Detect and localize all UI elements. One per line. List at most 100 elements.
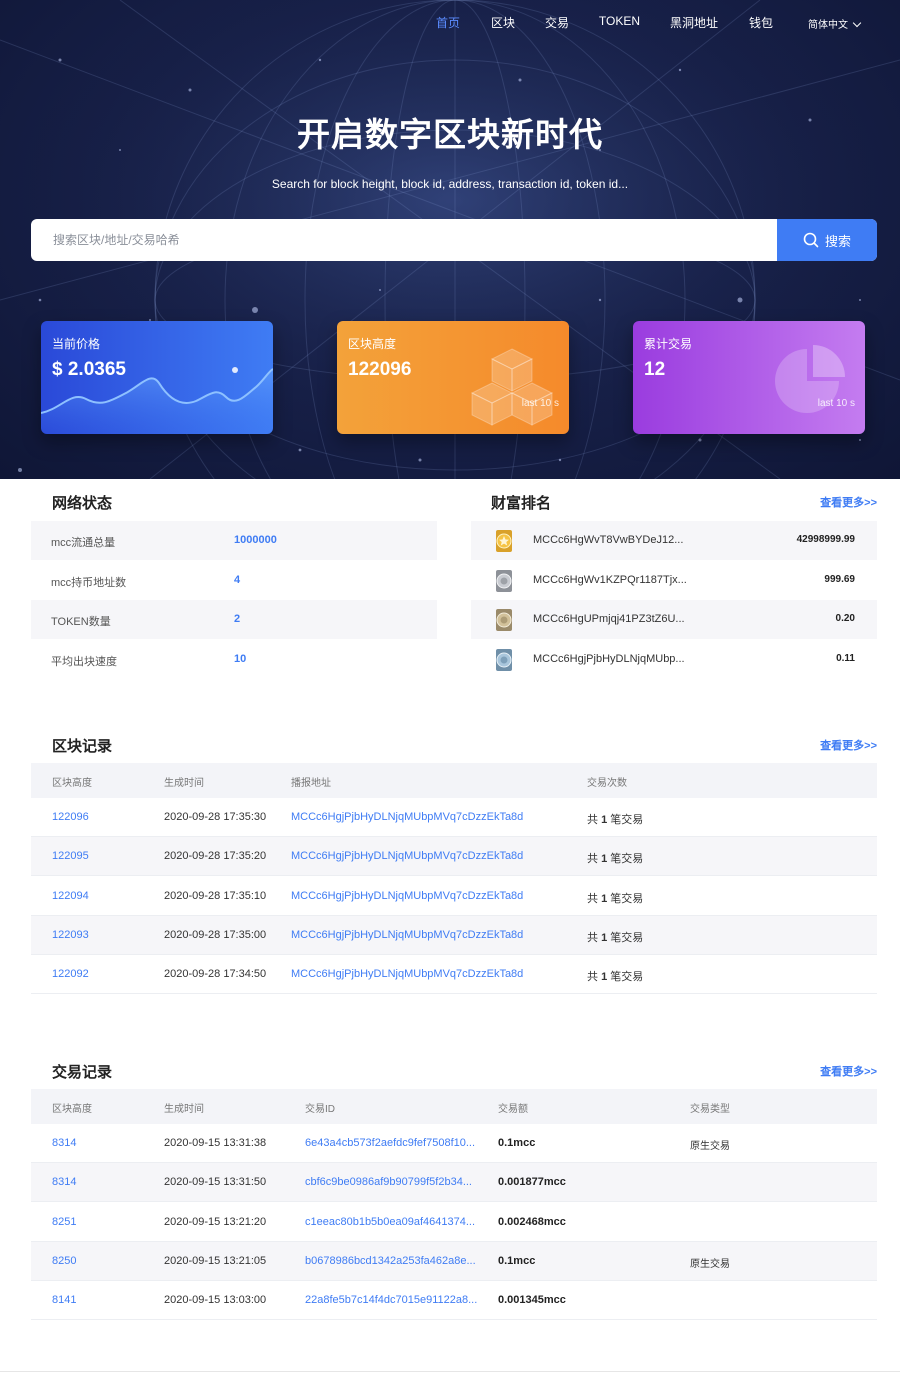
price-trend-wave bbox=[41, 367, 273, 434]
total-transactions-note: last 10 s bbox=[817, 398, 855, 409]
search-button[interactable]: 搜索 bbox=[777, 219, 877, 261]
table-row: 8314 2020-09-15 13:31:38 6e43a4cb573f2ae… bbox=[31, 1124, 877, 1163]
tx-id-link[interactable]: c1eeac80b1b5b0ea09af4641374... bbox=[305, 1216, 475, 1228]
network-row: mcc持币地址数 4 bbox=[31, 561, 437, 600]
tx-type: 原生交易 bbox=[690, 1141, 730, 1152]
wealth-row[interactable]: MCCc6HgjPjbHyDLNjqMUbp... 0.11 bbox=[471, 640, 877, 679]
wealth-row[interactable]: MCCc6HgWv1KZPQr1187Tjx... 999.69 bbox=[471, 561, 877, 600]
tx-id-link[interactable]: cbf6c9be0986af9b90799f5f2b34... bbox=[305, 1176, 472, 1188]
table-row: 8250 2020-09-15 13:21:05 b0678986bcd1342… bbox=[31, 1242, 877, 1281]
tx-count-suffix: 笔交易 bbox=[610, 893, 644, 905]
tx-time: 2020-09-15 13:03:00 bbox=[164, 1294, 267, 1306]
tx-time: 2020-09-15 13:21:20 bbox=[164, 1216, 267, 1228]
network-row-label: mcc持币地址数 bbox=[51, 577, 127, 589]
tx-time: 2020-09-15 13:31:50 bbox=[164, 1176, 267, 1188]
nav-wallet[interactable]: 钱包 bbox=[749, 14, 773, 31]
wealth-more-link[interactable]: 查看更多>> bbox=[820, 494, 877, 510]
nav-blocks[interactable]: 区块 bbox=[491, 14, 515, 31]
broadcast-address-link[interactable]: MCCc6HgjPjbHyDLNjqMUbpMVq7cDzzEkTa8d bbox=[291, 929, 523, 941]
block-height-label: 区块高度 bbox=[348, 337, 397, 351]
tx-block-height-link[interactable]: 8141 bbox=[52, 1294, 76, 1306]
wealth-address: MCCc6HgjPjbHyDLNjqMUbp... bbox=[533, 653, 685, 665]
nav-blackhole-address[interactable]: 黑洞地址 bbox=[670, 14, 718, 31]
table-header: 区块高度 生成时间 交易ID 交易额 交易类型 bbox=[31, 1089, 877, 1124]
block-time: 2020-09-28 17:35:10 bbox=[164, 890, 267, 902]
wealth-row[interactable]: MCCc6HgUPmjqj41PZ3tZ6U... 0.20 bbox=[471, 600, 877, 639]
transactions-more-link[interactable]: 查看更多>> bbox=[820, 1063, 877, 1079]
network-row-label: TOKEN数量 bbox=[51, 616, 111, 628]
block-time: 2020-09-28 17:35:00 bbox=[164, 929, 267, 941]
table-row: 122095 2020-09-28 17:35:20 MCCc6HgjPjbHy… bbox=[31, 837, 877, 876]
block-height-note: last 10 s bbox=[521, 398, 559, 409]
broadcast-address-link[interactable]: MCCc6HgjPjbHyDLNjqMUbpMVq7cDzzEkTa8d bbox=[291, 850, 523, 862]
price-card: 当前价格 $ 2.0365 bbox=[41, 321, 273, 434]
block-time: 2020-09-28 17:35:30 bbox=[164, 811, 267, 823]
tx-block-height-link[interactable]: 8251 bbox=[52, 1216, 76, 1228]
tx-block-height-link[interactable]: 8250 bbox=[52, 1255, 76, 1267]
tx-count-suffix: 笔交易 bbox=[610, 932, 644, 944]
wealth-row[interactable]: MCCc6HgWvT8VwBYDeJ12... 42998999.99 bbox=[471, 521, 877, 560]
tx-count: 共 1 笔交易 bbox=[587, 850, 643, 866]
blocks-more-link[interactable]: 查看更多>> bbox=[820, 737, 877, 753]
hero-title: 开启数字区块新时代 bbox=[297, 116, 603, 153]
block-records-table: 区块高度 生成时间 播报地址 交易次数 122096 2020-09-28 17… bbox=[31, 763, 877, 995]
nav-token[interactable]: TOKEN bbox=[599, 14, 640, 28]
tx-count-suffix: 笔交易 bbox=[610, 971, 644, 983]
nav-home[interactable]: 首页 bbox=[436, 14, 460, 31]
tx-time: 2020-09-15 13:21:05 bbox=[164, 1255, 267, 1267]
search-button-label: 搜索 bbox=[824, 233, 851, 249]
network-status-title: 网络状态 bbox=[52, 495, 113, 512]
broadcast-address-link[interactable]: MCCc6HgjPjbHyDLNjqMUbpMVq7cDzzEkTa8d bbox=[291, 890, 523, 902]
block-height-link[interactable]: 122092 bbox=[52, 968, 89, 980]
block-height-link[interactable]: 122095 bbox=[52, 850, 89, 862]
tx-count-number: 1 bbox=[601, 853, 608, 865]
tx-id-link[interactable]: 6e43a4cb573f2aefdc9fef7508f10... bbox=[305, 1137, 475, 1149]
tx-count: 共 1 笔交易 bbox=[587, 890, 643, 906]
hero-banner: 首页 区块 交易 TOKEN 黑洞地址 钱包 简体中文 开启数字区块新时代 Se… bbox=[0, 0, 900, 479]
tx-amount: 0.001877mcc bbox=[498, 1176, 566, 1188]
hero-subtitle: Search for block height, block id, addre… bbox=[271, 177, 629, 191]
broadcast-address-link[interactable]: MCCc6HgjPjbHyDLNjqMUbpMVq7cDzzEkTa8d bbox=[291, 968, 523, 980]
blue-medal-icon bbox=[496, 649, 512, 671]
wealth-address: MCCc6HgWvT8VwBYDeJ12... bbox=[533, 534, 684, 546]
tx-count-suffix: 笔交易 bbox=[610, 853, 644, 865]
table-row: 122093 2020-09-28 17:35:00 MCCc6HgjPjbHy… bbox=[31, 916, 877, 955]
table-row: 8314 2020-09-15 13:31:50 cbf6c9be0986af9… bbox=[31, 1163, 877, 1202]
language-label: 简体中文 bbox=[808, 20, 848, 31]
nav-transactions[interactable]: 交易 bbox=[545, 14, 569, 31]
total-transactions-value: 12 bbox=[644, 359, 666, 380]
search-bar: 搜索 bbox=[31, 219, 877, 261]
transaction-records-table: 区块高度 生成时间 交易ID 交易额 交易类型 8314 2020-09-15 … bbox=[31, 1089, 877, 1321]
block-time: 2020-09-28 17:34:50 bbox=[164, 968, 267, 980]
tx-block-height-link[interactable]: 8314 bbox=[52, 1137, 76, 1149]
tx-amount: 0.1mcc bbox=[498, 1255, 536, 1267]
column-header: 生成时间 bbox=[164, 1104, 204, 1115]
tx-count: 共 1 笔交易 bbox=[587, 968, 643, 984]
column-header: 区块高度 bbox=[52, 1104, 92, 1115]
search-input[interactable] bbox=[31, 219, 777, 261]
block-height-card: 区块高度 122096 last 10 s bbox=[337, 321, 569, 434]
tx-count-prefix: 共 bbox=[587, 971, 598, 983]
table-header: 区块高度 生成时间 播报地址 交易次数 bbox=[31, 763, 877, 798]
tx-count-prefix: 共 bbox=[587, 893, 598, 905]
tx-count-suffix: 笔交易 bbox=[610, 814, 644, 826]
table-row: 8251 2020-09-15 13:21:20 c1eeac80b1b5b0e… bbox=[31, 1203, 877, 1242]
tx-amount: 0.002468mcc bbox=[498, 1216, 566, 1228]
tx-count-number: 1 bbox=[601, 971, 608, 983]
block-height-link[interactable]: 122093 bbox=[52, 929, 89, 941]
wealth-address: MCCc6HgWv1KZPQr1187Tjx... bbox=[533, 574, 687, 586]
language-selector[interactable]: 简体中文 bbox=[808, 16, 862, 31]
column-header: 交易次数 bbox=[587, 778, 627, 789]
block-records-title: 区块记录 bbox=[52, 738, 113, 755]
tx-id-link[interactable]: b0678986bcd1342a253fa462a8e... bbox=[305, 1255, 476, 1267]
wealth-amount: 0.20 bbox=[835, 613, 855, 624]
block-height-link[interactable]: 122094 bbox=[52, 890, 89, 902]
wealth-amount: 999.69 bbox=[824, 574, 855, 585]
tx-block-height-link[interactable]: 8314 bbox=[52, 1176, 76, 1188]
tx-type: 原生交易 bbox=[690, 1259, 730, 1270]
network-row: mcc流通总量 1000000 bbox=[31, 521, 437, 560]
column-header: 区块高度 bbox=[52, 778, 92, 789]
tx-id-link[interactable]: 22a8fe5b7c14f4dc7015e91122a8... bbox=[305, 1294, 477, 1306]
broadcast-address-link[interactable]: MCCc6HgjPjbHyDLNjqMUbpMVq7cDzzEkTa8d bbox=[291, 811, 523, 823]
block-height-link[interactable]: 122096 bbox=[52, 811, 89, 823]
